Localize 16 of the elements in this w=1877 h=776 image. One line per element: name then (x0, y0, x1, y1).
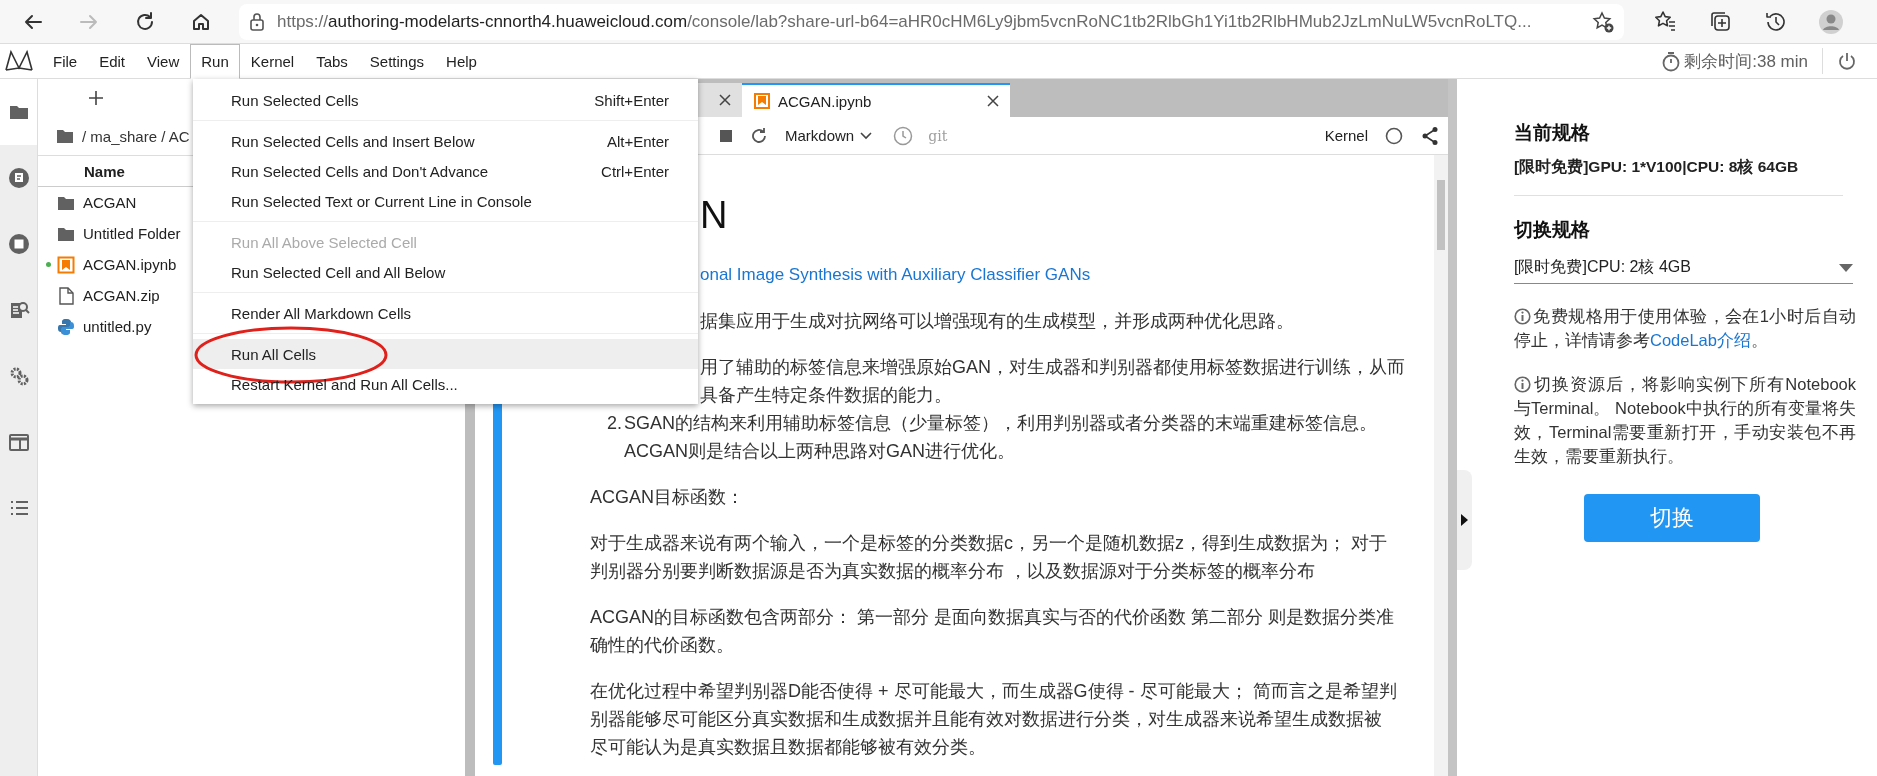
notebook-heading: N (700, 193, 729, 238)
info-note: 切换资源后，将影响实例下所有Notebook与Terminal。 Notebook中执行的所有变量将失效，Terminal需要重新打开，手动安装包不再生效，需要重新执行。 (1514, 374, 1856, 467)
list-item: SGAN的结构来利用辅助标签信息（少量标签），利用判别器或者分类器的末端重建标签信息。 ACGAN则是结合以上两种思路对GAN进行优化。 (624, 412, 1377, 463)
paragraph: ACGAN目标函数： (590, 486, 745, 509)
timer-text: 剩余时间:38 min (1684, 50, 1808, 73)
current-spec: [限时免费]GPU: 1*V100|CPU: 8核 64GB (1514, 155, 1843, 196)
section-title: 当前规格 (1514, 121, 1591, 145)
list-number: 2. (606, 412, 623, 435)
section-title: 切换规格 (1514, 218, 1591, 242)
paragraph: 据集应用于生成对抗网络可以增强现有的生成模型，并形成两种优化思路。 (700, 310, 1295, 333)
paragraph: 在优化过程中希望判别器D能否使得 + 尽可能最大，而生成器G使得 - 尽可能最大； 简而言之是希望判 别器能够尽可能区分真实数据和生成数据并且能有效对数据进行分类，对生成器来说希望生成数据被 尽可能认为是真实数据且数据都能够被有效分类。 (590, 680, 1398, 759)
url-text: https://authoring-modelarts-cnnorth4.huaweicloud.com/console/lab?share-url-b64=aHR0cHM6Ly9jbm5vcnRoNC1tb2RlbGh1Yi1tb2RlbHMub2JzLmNuLW5vcnRoLTQ... (277, 11, 1533, 32)
info-note: 免费规格用于使用体验，会在1小时后自动停止，详情请参考CodeLab介绍。 (1514, 306, 1856, 351)
paragraph: ACGAN的目标函数包含两部分： 第一部分 是面向数据真实与否的代价函数 第二部分 则是数据分类准 确性的代价函数。 (590, 606, 1395, 657)
paragraph: 对于生成器来说有两个输入，一个是标签的分类数据c，另一个是随机数据z，得到生成数据为； 对于 判别器分别要判断数据源是否为真实数据的概率分布 ，以及数据源对于分类标签的概率分布 (590, 532, 1388, 583)
list-item: 用了辅助的标签信息来增强原始GAN，对生成器和判别器都使用标签数据进行训练，从而 具备产生特定条件数据的能力。 (700, 356, 1405, 407)
